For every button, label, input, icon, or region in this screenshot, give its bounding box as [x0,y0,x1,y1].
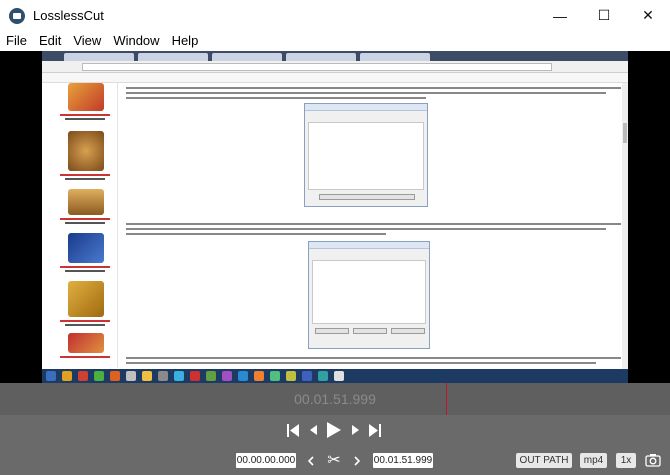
play-icon [327,422,341,438]
set-cut-end-button[interactable] [352,453,362,468]
cut-start-time-field[interactable]: 00.00.00.000 [236,453,296,468]
jump-end-icon [369,423,381,437]
camera-icon [645,454,661,467]
play-button[interactable] [326,421,342,439]
menu-window[interactable]: Window [107,31,165,51]
chevron-right-icon [354,455,360,466]
speed-button[interactable]: 1x [616,453,636,468]
close-button[interactable]: ✕ [626,0,670,31]
menu-bar: File Edit View Window Help [0,31,670,51]
next-frame-button[interactable] [350,424,360,436]
menu-view[interactable]: View [67,31,107,51]
cut-end-time-field[interactable]: 00.01.51.999 [373,453,433,468]
window-title: LosslessCut [33,8,104,23]
menu-file[interactable]: File [0,31,33,51]
out-path-button[interactable]: OUT PATH [516,453,572,468]
set-cut-start-button[interactable] [306,453,316,468]
frame-address-bar [42,61,628,73]
cut-button[interactable]: ✂ [324,451,344,469]
video-player[interactable] [0,51,670,383]
scissors-icon: ✂ [327,452,341,469]
capture-frame-button[interactable] [644,451,662,469]
window-controls: — ☐ ✕ [538,0,670,31]
app-icon [9,7,25,24]
maximize-button[interactable]: ☐ [582,0,626,31]
frame-dialog-2 [308,241,430,349]
timeline[interactable]: 00.01.51.999 [0,383,670,415]
frame-browser-tabs [42,51,628,61]
jump-start-button[interactable] [286,423,300,437]
frame-bookmarks-bar [42,73,628,83]
frame-scrollbar [622,83,628,369]
prev-frame-icon [309,425,317,435]
prev-frame-button[interactable] [308,424,318,436]
frame-sidebar [56,83,118,368]
next-frame-icon [351,425,359,435]
jump-end-button[interactable] [368,423,382,437]
menu-edit[interactable]: Edit [33,31,67,51]
jump-start-icon [287,423,299,437]
minimize-button[interactable]: — [538,0,582,31]
controls-bar: 00.00.00.000 ✂ 00.01.51.999 OUT PATH mp4… [0,415,670,475]
chevron-left-icon [308,455,314,466]
format-button[interactable]: mp4 [580,453,607,468]
current-time-display: 00.01.51.999 [294,391,376,407]
frame-taskbar [42,369,628,383]
playhead-cursor[interactable] [446,383,447,415]
title-bar: LosslessCut — ☐ ✕ [0,0,670,31]
frame-dialog-1 [304,103,428,207]
menu-help[interactable]: Help [166,31,205,51]
video-frame [42,51,628,383]
